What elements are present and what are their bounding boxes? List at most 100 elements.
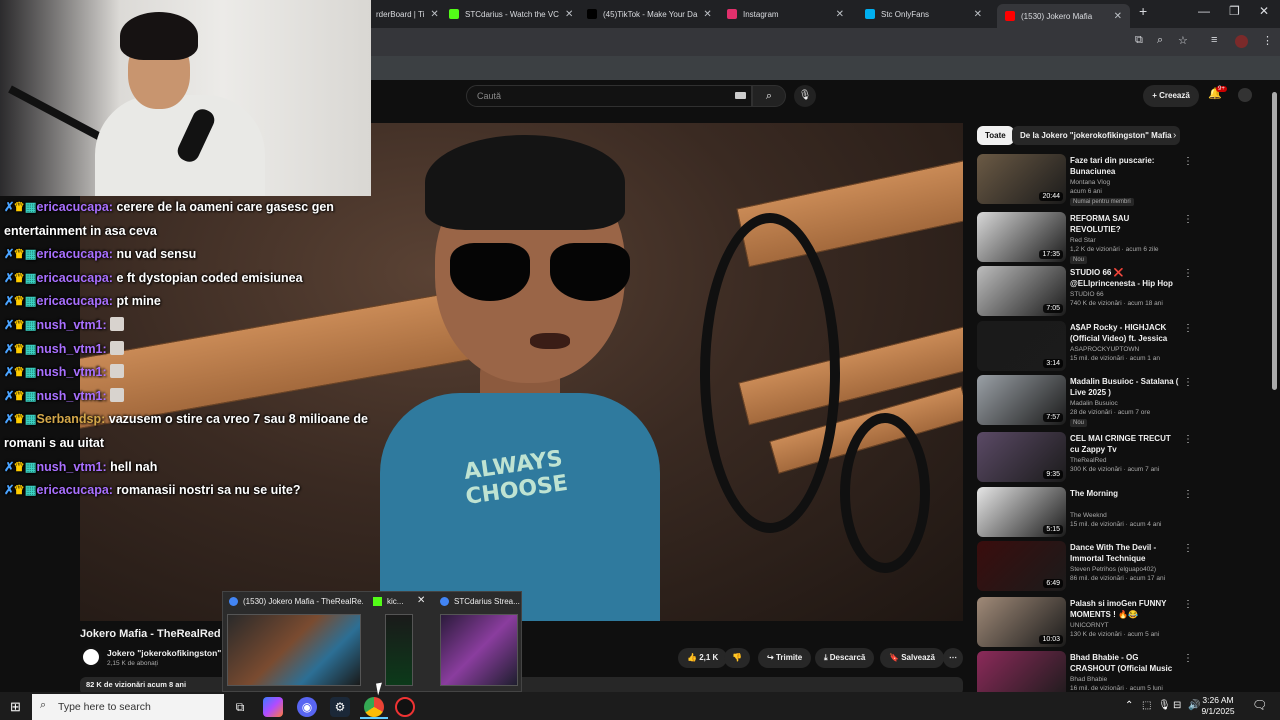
video-channel[interactable]: ASAPROCKYUPTOWN: [1070, 346, 1139, 353]
video-channel[interactable]: UNICORNYT: [1070, 622, 1109, 629]
browser-menu-icon[interactable]: ⋮: [1262, 34, 1273, 47]
network-icon[interactable]: ⊟: [1173, 700, 1181, 711]
preview-title-youtube[interactable]: (1530) Jokero Mafia - TheRealRe...: [243, 597, 363, 606]
more-options-icon[interactable]: ⋮: [1183, 377, 1193, 388]
tab-close-icon[interactable]: ✕: [565, 9, 573, 20]
chat-username[interactable]: ericacucapa: [37, 294, 109, 308]
dislike-button[interactable]: 👎: [724, 648, 750, 668]
recommended-video[interactable]: 3:14 A$AP Rocky - HIGHJACK (Official Vide…: [977, 321, 1197, 373]
video-title[interactable]: Palash si imoGen FUNNY MOMENTS ! 🔥😂: [1070, 598, 1182, 620]
preview-thumbnail[interactable]: [440, 614, 518, 686]
chat-username[interactable]: ericacucapa: [37, 483, 109, 497]
tab-close-icon[interactable]: ✕: [974, 9, 982, 20]
video-thumbnail[interactable]: 7:05: [977, 266, 1066, 316]
notification-center-icon[interactable]: 🗨: [1252, 698, 1267, 712]
video-channel[interactable]: Madalin Busuioc: [1070, 400, 1118, 407]
tab-close-icon[interactable]: ✕: [430, 9, 438, 20]
video-thumbnail[interactable]: 5:15: [977, 487, 1066, 537]
recommended-video[interactable]: 6:49 Dance With The Devil - Immortal Tech…: [977, 541, 1197, 593]
chat-username[interactable]: Serbandsp: [37, 412, 102, 426]
cast-icon[interactable]: ⧉: [1135, 34, 1143, 47]
recommended-video[interactable]: 9:35 CEL MAI CRINGE TRECUT cu Zappy Tv The…: [977, 432, 1197, 484]
task-view-icon[interactable]: ⧉: [230, 697, 250, 717]
download-button[interactable]: ⤓ Descarcă: [815, 648, 875, 668]
video-title[interactable]: CEL MAI CRINGE TRECUT cu Zappy Tv: [1070, 433, 1182, 455]
video-title[interactable]: Dance With The Devil - Immortal Techniqu…: [1070, 542, 1182, 564]
chevron-right-icon[interactable]: ›: [1173, 130, 1176, 141]
chrome-taskbar-icon[interactable]: [364, 697, 384, 717]
preview-title-kick[interactable]: kic...: [387, 597, 409, 606]
search-input[interactable]: Caută: [466, 85, 752, 107]
video-title[interactable]: A$AP Rocky - HIGHJACK (Official Video) f…: [1070, 322, 1182, 345]
video-thumbnail[interactable]: 10:03: [977, 597, 1066, 647]
more-actions-button[interactable]: ⋯: [943, 648, 963, 668]
keyboard-icon[interactable]: [735, 92, 746, 99]
new-tab-button[interactable]: +: [1139, 3, 1147, 19]
share-button[interactable]: ↪ Trimite: [758, 648, 812, 668]
browser-tab[interactable]: STCdarius - Watch the VC ✕: [441, 4, 574, 24]
taskbar-preview[interactable]: (1530) Jokero Mafia - TheRealRe... kic..…: [222, 591, 522, 692]
video-title[interactable]: Madalin Busuioc - Satalana ( Live 2025 ): [1070, 376, 1182, 398]
channel-name[interactable]: Jokero "jokerokofikingston" M: [107, 648, 231, 658]
chat-username[interactable]: nush_vtm1: [37, 318, 103, 332]
mic-icon[interactable]: 🎙: [794, 85, 816, 107]
chip-channel[interactable]: De la Jokero "jokerokofikingston" Mafia: [1012, 126, 1180, 145]
browser-tab[interactable]: (1530) Jokero Mafia ✕: [997, 4, 1130, 28]
recommended-video[interactable]: 17:35 REFORMA SAU REVOLUTIE? Red Star 1,2 K…: [977, 212, 1197, 264]
video-channel[interactable]: Red Star: [1070, 237, 1096, 244]
browser-tab[interactable]: Stc OnlyFans ✕: [857, 4, 990, 24]
channel-avatar[interactable]: [80, 646, 102, 668]
more-options-icon[interactable]: ⋮: [1183, 599, 1193, 610]
more-options-icon[interactable]: ⋮: [1183, 323, 1193, 334]
copilot-icon[interactable]: [263, 697, 283, 717]
video-title[interactable]: STUDIO 66 ❌ @ELIprincenesta - Hip Hop De…: [1070, 267, 1182, 290]
windows-start-icon[interactable]: ⊞: [10, 699, 21, 715]
tray-app-icon[interactable]: ⬚: [1142, 700, 1151, 711]
close-icon[interactable]: ✕: [417, 595, 425, 606]
chat-username[interactable]: nush_vtm1: [37, 365, 103, 379]
scrollbar-thumb[interactable]: [1272, 92, 1277, 390]
recommended-video[interactable]: 10:03 Palash si imoGen FUNNY MOMENTS ! 🔥😂…: [977, 597, 1197, 649]
recommended-video[interactable]: 7:05 STUDIO 66 ❌ @ELIprincenesta - Hip Ho…: [977, 266, 1197, 318]
save-button[interactable]: 🔖 Salvează: [880, 648, 944, 668]
more-options-icon[interactable]: ⋮: [1183, 214, 1193, 225]
video-thumbnail[interactable]: 6:49: [977, 541, 1066, 591]
profile-avatar[interactable]: [1235, 35, 1248, 48]
recommended-video[interactable]: 7:57 Madalin Busuioc - Satalana ( Live 20…: [977, 375, 1197, 427]
preview-thumbnail[interactable]: [227, 614, 361, 686]
video-channel[interactable]: TheRealRed: [1070, 457, 1107, 464]
more-options-icon[interactable]: ⋮: [1183, 653, 1193, 664]
more-options-icon[interactable]: ⋮: [1183, 156, 1193, 167]
restore-button[interactable]: ❐: [1229, 4, 1240, 18]
chip-all[interactable]: Toate: [977, 126, 1014, 145]
video-channel[interactable]: Montana Vlog: [1070, 179, 1110, 186]
video-title[interactable]: Faze tari din puscarie: Bunaciunea: [1070, 155, 1182, 177]
chat-username[interactable]: nush_vtm1: [37, 460, 103, 474]
tab-close-icon[interactable]: ✕: [703, 9, 711, 20]
chat-username[interactable]: nush_vtm1: [37, 389, 103, 403]
discord-icon[interactable]: ◉: [297, 697, 317, 717]
tray-chevron-icon[interactable]: ⌃: [1125, 700, 1133, 711]
video-channel[interactable]: The Weeknd: [1070, 512, 1107, 519]
obs-icon[interactable]: [395, 697, 415, 717]
video-title[interactable]: The Morning: [1070, 488, 1182, 499]
steam-icon[interactable]: ⚙: [330, 697, 350, 717]
video-thumbnail[interactable]: 17:35: [977, 212, 1066, 262]
video-thumbnail[interactable]: 9:35: [977, 432, 1066, 482]
create-button[interactable]: + Creează: [1143, 85, 1199, 107]
video-thumbnail[interactable]: 7:57: [977, 375, 1066, 425]
tab-close-icon[interactable]: ✕: [836, 9, 844, 20]
video-title[interactable]: REFORMA SAU REVOLUTIE?: [1070, 213, 1182, 235]
recommended-video[interactable]: 20:44 Faze tari din puscarie: Bunaciunea M…: [977, 154, 1197, 206]
like-button[interactable]: 👍 2,1 K: [678, 648, 728, 668]
chat-username[interactable]: ericacucapa: [37, 271, 109, 285]
video-channel[interactable]: Bhad Bhabie: [1070, 676, 1107, 683]
recommended-video[interactable]: 5:15 The Morning The Weeknd 15 mil. de vizi…: [977, 487, 1197, 539]
taskbar-clock[interactable]: 3:26 AM 9/1/2025: [1196, 695, 1240, 717]
more-options-icon[interactable]: ⋮: [1183, 434, 1193, 445]
chat-username[interactable]: ericacucapa: [37, 247, 109, 261]
zoom-icon[interactable]: ⌕: [1157, 34, 1163, 47]
bookmark-star-icon[interactable]: ☆: [1178, 34, 1188, 47]
microphone-tray-icon[interactable]: 🎙: [1158, 700, 1171, 711]
account-avatar[interactable]: [1238, 88, 1252, 102]
